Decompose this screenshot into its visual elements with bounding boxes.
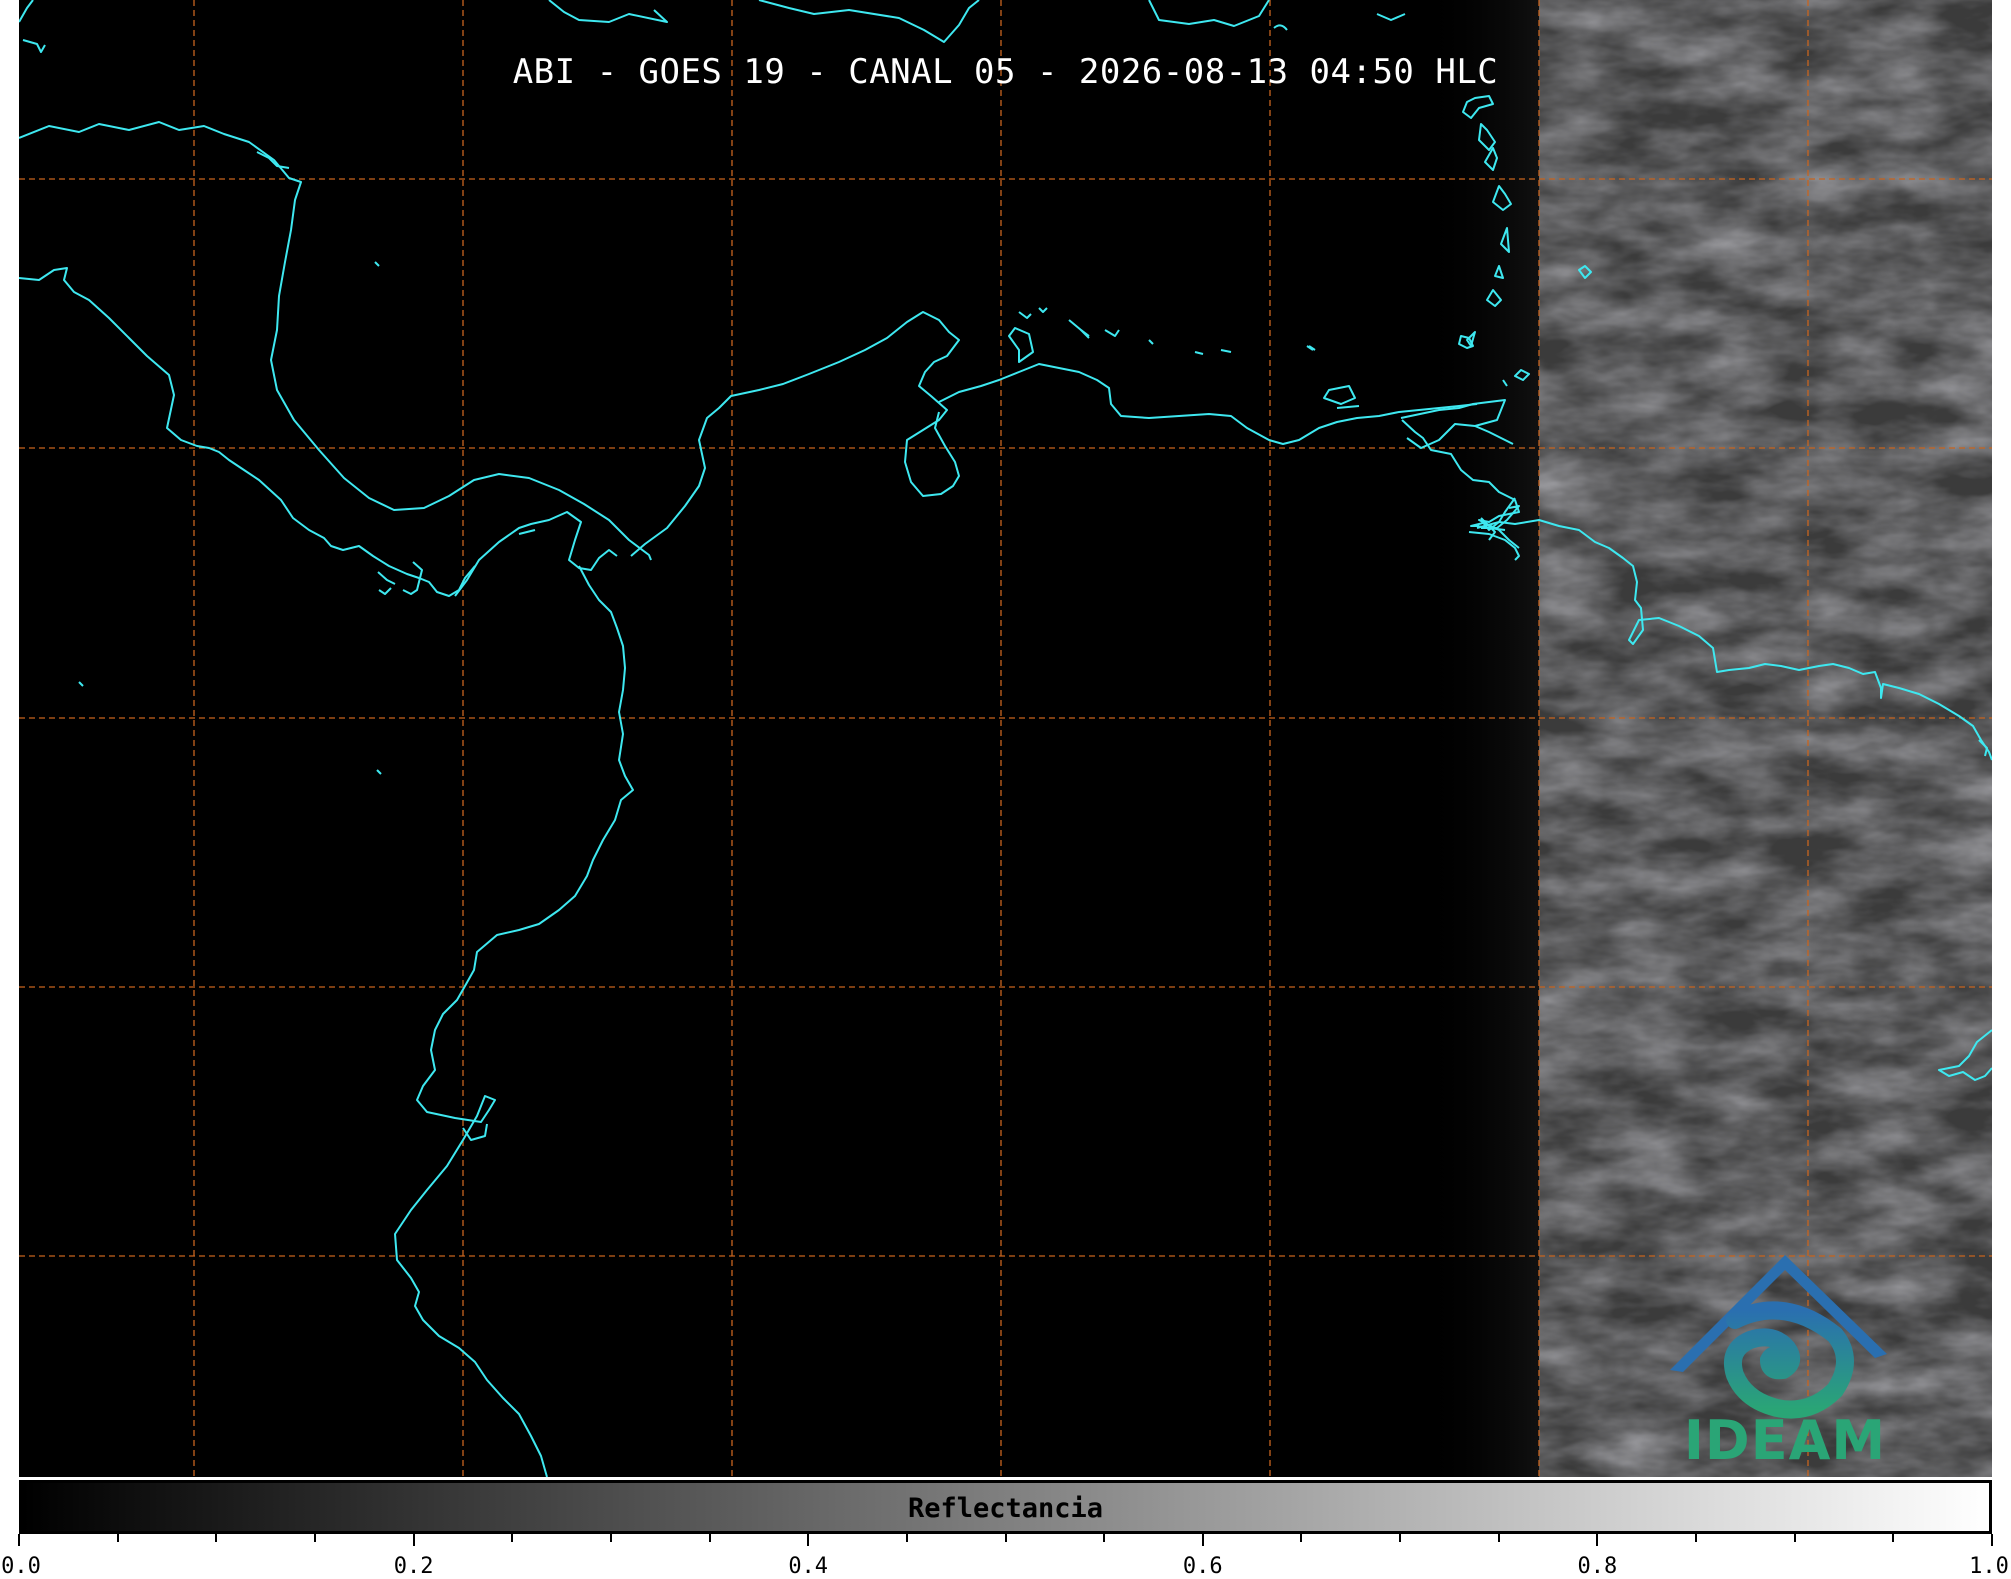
colorbar-major-tick [807,1534,810,1546]
colorbar-minor-tick [116,1534,119,1542]
colorbar-minor-tick [1695,1534,1698,1542]
colorbar-label: Reflectancia [907,1493,1104,1524]
ideam-logo-icon [1670,1255,1887,1419]
colorbar-tick-label: 0.8 [1577,1554,1618,1579]
colorbar-minor-tick [215,1534,218,1542]
colorbar-minor-tick [1103,1534,1106,1542]
colorbar-minor-tick [905,1534,908,1542]
colorbar-minor-tick [1793,1534,1796,1542]
colorbar-tick-label: 0.4 [788,1554,829,1579]
colorbar-minor-tick [1892,1534,1895,1542]
colorbar-minor-tick [708,1534,711,1542]
colorbar-tick-label: 0.0 [1,1554,41,1579]
colorbar-major-tick [18,1534,20,1546]
satellite-map: ABI - GOES 19 - CANAL 05 - 2026-08-13 04… [19,0,1992,1477]
colorbar-ticks: 0.0 0.2 0.4 0.6 0.8 1.0 [0,1534,2011,1579]
ideam-logo-text: IDEAM [1683,1409,1887,1472]
colorbar-minor-tick [313,1534,316,1542]
map-title: ABI - GOES 19 - CANAL 05 - 2026-08-13 04… [512,52,1499,92]
colorbar-major-tick [412,1534,415,1546]
colorbar-minor-tick [1300,1534,1303,1542]
colorbar-minor-tick [511,1534,514,1542]
colorbar-major-tick [1991,1534,1993,1546]
colorbar-minor-tick [1004,1534,1007,1542]
colorbar-tick-label: 0.6 [1182,1554,1223,1579]
colorbar-major-tick [1596,1534,1599,1546]
colorbar-minor-tick [609,1534,612,1542]
colorbar-tick-label: 1.0 [1969,1554,2009,1579]
colorbar: Reflectancia [19,1480,1992,1534]
colorbar-minor-tick [1399,1534,1402,1542]
colorbar-minor-tick [1497,1534,1500,1542]
colorbar-tick-label: 0.2 [393,1554,434,1579]
colorbar-major-tick [1201,1534,1204,1546]
ideam-logo: IDEAM [1665,1250,1905,1472]
